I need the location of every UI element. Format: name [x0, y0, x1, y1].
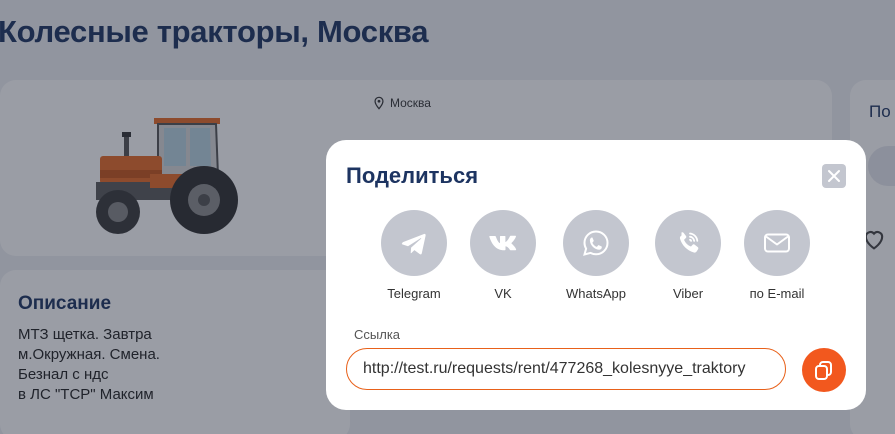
modal-title: Поделиться: [346, 163, 479, 188]
link-label: Ссылка: [354, 327, 401, 342]
vk-icon: [489, 235, 517, 251]
share-label-email: по E-mail: [749, 286, 805, 301]
copy-link-button[interactable]: [802, 348, 846, 392]
viber-icon: [679, 232, 699, 253]
copy-icon: [815, 361, 832, 380]
share-whatsapp-button[interactable]: WhatsApp: [551, 210, 641, 301]
share-link-input[interactable]: [346, 348, 786, 390]
mail-icon: [764, 233, 790, 253]
share-label-vk: VK: [494, 286, 512, 301]
share-label-whatsapp: WhatsApp: [566, 286, 626, 301]
share-label-telegram: Telegram: [387, 286, 441, 301]
close-button[interactable]: [822, 164, 846, 188]
share-viber-button[interactable]: Viber: [643, 210, 733, 301]
close-icon: [828, 170, 840, 182]
telegram-icon: [401, 233, 426, 255]
whatsapp-icon: [583, 230, 609, 256]
share-vk-button[interactable]: VK: [458, 210, 548, 301]
share-label-viber: Viber: [672, 286, 704, 301]
share-telegram-button[interactable]: Telegram: [369, 210, 459, 301]
share-modal: Поделиться Telegram VK WhatsApp Viber по…: [326, 140, 866, 410]
share-email-button[interactable]: по E-mail: [732, 210, 822, 301]
